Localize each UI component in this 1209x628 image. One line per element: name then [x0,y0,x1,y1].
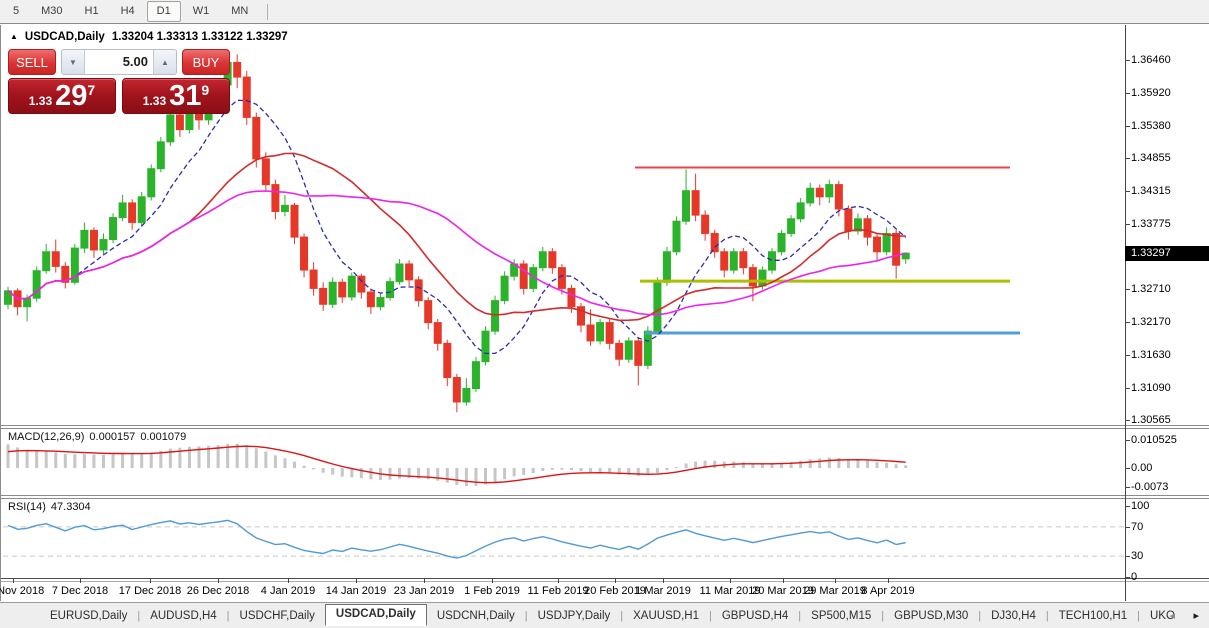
tab-sp500-m15[interactable]: SP500,M15 [801,606,881,626]
trading-terminal-window: 5M30H1H4D1W1MN ▲ USDCAD,Daily 1.33204 1.… [0,0,1209,628]
price-axis-label: 1.34315 [1131,184,1207,198]
price-axis-label: 1.31090 [1131,381,1207,395]
sell-price-prefix: 1.33 [29,94,52,108]
triangle-down-icon: ▼ [69,58,77,67]
volume-increase-button[interactable]: ▲ [153,50,176,74]
buy-price-big: 31 [169,79,201,113]
buy-button[interactable]: BUY [182,49,230,75]
date-axis-label: 1 Feb 2019 [464,585,520,597]
price-axis-label: 1.32170 [1131,315,1207,329]
chart-ohlc-values: 1.33204 1.33313 1.33122 1.33297 [112,31,288,43]
rsi-pane[interactable] [3,520,1125,558]
tab-tech100-h1[interactable]: TECH100,H1 [1049,606,1137,626]
tab-gbpusd-m30[interactable]: GBPUSD,M30 [884,606,978,626]
price-axis-label: 1.33775 [1131,217,1207,231]
rsi-axis-label: 0 [1131,570,1207,584]
rsi-label: RSI(14) 47.3304 [8,501,91,513]
sell-price-pip: 7 [87,82,95,98]
tab-usdcnh-daily[interactable]: USDCNH,Daily [427,606,525,626]
date-axis-label: 8 Apr 2019 [861,585,914,597]
buy-price-pip: 9 [201,82,209,98]
price-axis-label: 1.35380 [1131,119,1207,133]
date-axis-label: 4 Jan 2019 [261,585,315,597]
buy-price-prefix: 1.33 [143,94,166,108]
macd-name: MACD(12,26,9) [8,431,84,443]
price-axis-label: 1.31630 [1131,348,1207,362]
tab-usdcad-daily[interactable]: USDCAD,Daily [325,604,427,626]
price-axis-label: 1.34855 [1131,151,1207,165]
rsi-axis-label: 70 [1131,520,1207,534]
tab-gbpusd-h4[interactable]: GBPUSD,H4 [712,606,798,626]
triangle-up-icon: ▲ [161,58,169,67]
date-axis-label: 23 Jan 2019 [394,585,455,597]
one-click-trade-panel: SELL ▼ 5.00 ▲ BUY 1.33 29 7 1.33 31 9 [8,49,230,114]
date-axis-label: 28 Nov 2018 [0,585,44,597]
current-price-badge: 1.33297 [1125,246,1209,261]
sell-price-big: 29 [55,79,87,113]
macd-label: MACD(12,26,9) 0.000157 0.001079 [8,431,186,443]
panel-collapse-icon[interactable]: ▲ [10,32,18,41]
sell-price-quote[interactable]: 1.33 29 7 [8,78,116,114]
date-axis-label: 11 Feb 2019 [528,585,589,597]
date-axis-label: 14 Jan 2019 [326,585,387,597]
chart-symbol-period: USDCAD,Daily [25,31,105,43]
date-axis-label: 7 Dec 2018 [52,585,108,597]
macd-axis-label: 0.010525 [1131,433,1207,447]
tab-usdchf-daily[interactable]: USDCHF,Daily [230,606,325,626]
tab-eurusd-daily[interactable]: EURUSD,Daily [40,606,137,626]
volume-spinner: ▼ 5.00 ▲ [61,49,177,75]
date-axis-label: 26 Dec 2018 [187,585,249,597]
chart-tab-bar: ◂ ▸ EURUSD,Daily|AUDUSD,H4|USDCHF,DailyU… [0,602,1209,628]
price-axis-label: 1.32710 [1131,282,1207,296]
rsi-name: RSI(14) [8,501,46,513]
price-axis-label: 1.35920 [1131,86,1207,100]
tab-uko[interactable]: UKO [1140,606,1185,626]
chart-header: ▲ USDCAD,Daily 1.33204 1.33313 1.33122 1… [10,31,288,43]
rsi-axis-label: 30 [1131,549,1207,563]
ma-line-20 [8,153,906,320]
macd-axis-label: 0.00 [1131,461,1207,475]
date-axis-label: 17 Dec 2018 [119,585,181,597]
price-axis-label: 1.30565 [1131,413,1207,427]
macd-pane[interactable] [7,444,908,486]
tab-xauusd-h1[interactable]: XAUUSD,H1 [623,606,709,626]
axis-ticks [14,61,1131,584]
sell-button[interactable]: SELL [8,49,56,75]
volume-decrease-button[interactable]: ▼ [62,50,85,74]
macd-value: 0.000157 [89,431,135,443]
tab-dj30-h4[interactable]: DJ30,H4 [981,606,1046,626]
rsi-value: 47.3304 [51,501,91,513]
tab-scroll-left-icon[interactable]: ◂ [1169,609,1175,622]
tab-audusd-h4[interactable]: AUDUSD,H4 [140,606,226,626]
date-axis-label: 1 Mar 2019 [635,585,691,597]
tab-usdjpy-daily[interactable]: USDJPY,Daily [528,606,621,626]
volume-input[interactable]: 5.00 [85,50,153,74]
macd-axis-label: -0.0073 [1131,480,1207,494]
price-axis-label: 1.36460 [1131,53,1207,67]
tab-scroll-right-icon[interactable]: ▸ [1193,609,1199,622]
rsi-line [8,520,906,558]
buy-price-quote[interactable]: 1.33 31 9 [122,78,230,114]
rsi-axis-label: 100 [1131,499,1207,513]
macd-signal-value: 0.001079 [140,431,186,443]
date-axis-label: 29 Mar 2019 [804,585,866,597]
